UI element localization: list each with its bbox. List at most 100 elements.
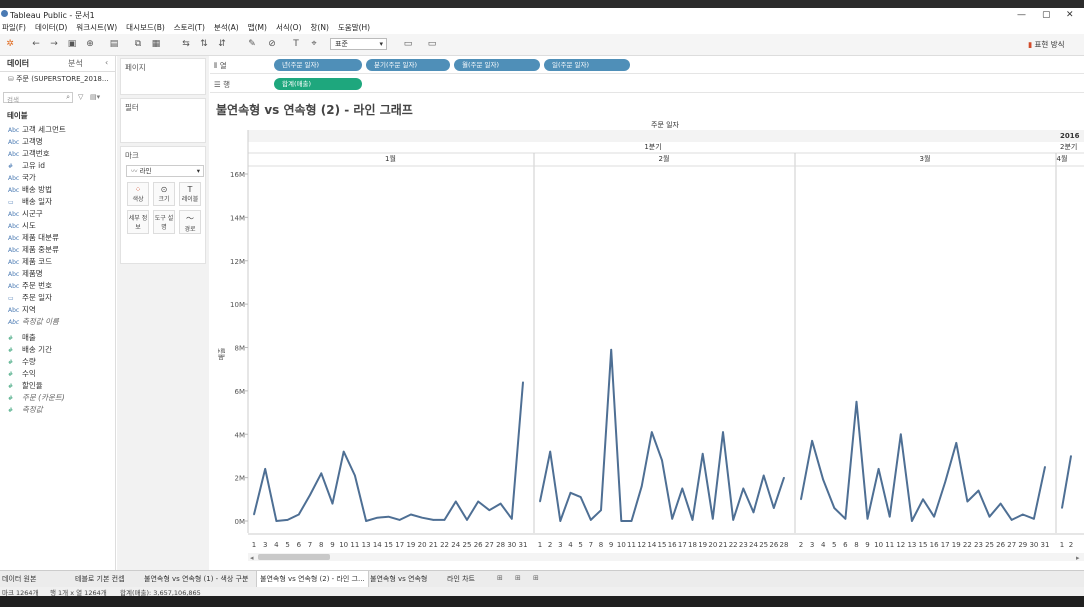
pages-card[interactable]: 페이지 (120, 58, 206, 95)
color-button[interactable]: ⁘ 색상 (127, 182, 149, 206)
row-pill[interactable]: 합계(매출) (274, 78, 362, 90)
mark-type-select[interactable]: 〰 라인 ▾ (126, 165, 204, 177)
highlight-icon[interactable]: ✎ (246, 39, 258, 50)
field-item[interactable]: Abc 고객 세그먼트 (8, 124, 66, 135)
field-item[interactable]: # 매출 (8, 332, 36, 343)
field-item[interactable]: # 배송 기간 (8, 344, 52, 355)
horizontal-scrollbar[interactable] (248, 553, 1084, 561)
view-options-icon[interactable]: ▤▾ (90, 93, 100, 101)
scrollbar-thumb[interactable] (258, 554, 330, 560)
field-type-icon: # (8, 395, 14, 402)
field-item[interactable]: Abc 주문 번호 (8, 280, 52, 291)
show-labels-icon[interactable]: ▭ (402, 39, 414, 50)
field-item[interactable]: Abc 시도 (8, 220, 36, 231)
minimize-icon[interactable]: — (1017, 10, 1026, 20)
field-item[interactable]: Abc 제품 대분류 (8, 232, 59, 243)
tab-analysis[interactable]: 분석 (68, 58, 83, 70)
field-item[interactable]: # 수익 (8, 368, 36, 379)
column-pill[interactable]: 일(주문 일자) (544, 59, 630, 71)
sheet-tab[interactable]: 불연속형 vs 연속형 (1) - 색상 구분 (144, 574, 248, 584)
detail-button[interactable]: 세부 정보 (127, 210, 149, 234)
sheet-tab[interactable]: 테블로 기본 컨셉 (75, 574, 125, 584)
datasource-item[interactable]: ⛁ 주문 (SUPERSTORE_2018... (8, 74, 109, 84)
field-item[interactable]: # 할인율 (8, 380, 43, 391)
header-field-label: 주문 일자 (651, 120, 680, 129)
presentation-icon[interactable]: ▭ (426, 39, 438, 50)
field-item[interactable]: Abc 지역 (8, 304, 36, 315)
field-item[interactable]: ▭ 배송 일자 (8, 196, 52, 207)
new-dashboard-icon[interactable]: ⊞ (515, 574, 521, 582)
menu-item[interactable]: 도움말(H) (338, 23, 370, 32)
save-icon[interactable]: ▣ (66, 39, 78, 50)
x-tick-label: 11 (627, 541, 636, 549)
tooltip-button[interactable]: 도구 설명 (153, 210, 175, 234)
size-button[interactable]: ⊙ 크기 (153, 182, 175, 206)
new-sheet-icon[interactable]: ▤ (108, 39, 120, 50)
field-type-icon: ▭ (8, 199, 14, 206)
column-pill[interactable]: 년(주문 일자) (274, 59, 362, 71)
sort-desc-icon[interactable]: ⇵ (216, 39, 228, 50)
field-item[interactable]: Abc 제품 코드 (8, 256, 52, 267)
field-item[interactable]: # 측정값 (8, 404, 43, 415)
field-item[interactable]: Abc 고객명 (8, 136, 43, 147)
field-item[interactable]: Abc 고객번호 (8, 148, 50, 159)
sheet-tab[interactable]: 불연속형 vs 연속형 (2) - 라인 그... (256, 571, 369, 587)
menu-item[interactable]: 대시보드(B) (126, 23, 165, 32)
columns-shelf[interactable]: ⦀ 열 년(주문 일자) 분기(주문 일자) 월(주문 일자) 일(주문 일자) (210, 56, 1084, 74)
toolbar: ✲ ← → ▣ ⊕ ▤ ⧉ ▦ ⇆ ⇅ ⇵ ✎ ⊘ T ⌖ 표준 ▾ ▭ ▭ ▮ … (0, 34, 1084, 56)
label-icon[interactable]: T (290, 39, 302, 50)
new-sheet-icon[interactable]: ⊞ (497, 574, 503, 582)
column-pill[interactable]: 분기(주문 일자) (366, 59, 450, 71)
column-pill[interactable]: 월(주문 일자) (454, 59, 540, 71)
redo-icon[interactable]: → (48, 39, 60, 50)
field-item[interactable]: Abc 제품명 (8, 268, 43, 279)
scroll-left-icon[interactable]: ◂ (250, 554, 254, 562)
rows-shelf[interactable]: ☰ 행 합계(매출) (210, 75, 1084, 93)
field-item[interactable]: # 주문 (카운트) (8, 392, 65, 403)
new-story-icon[interactable]: ⊞ (533, 574, 539, 582)
field-item[interactable]: Abc 시군구 (8, 208, 43, 219)
search-input[interactable]: 검색 ⌕ (3, 92, 73, 104)
menu-item[interactable]: 창(N) (311, 23, 329, 32)
undo-icon[interactable]: ← (30, 39, 42, 50)
sheet-tab[interactable]: 불연속형 vs 연속형 (370, 574, 427, 584)
tab-data[interactable]: 데이터 (7, 58, 29, 70)
field-item[interactable]: Abc 측정값 이름 (8, 316, 59, 327)
field-item[interactable]: Abc 국가 (8, 172, 36, 183)
field-item[interactable]: ▭ 주문 일자 (8, 292, 52, 303)
menu-item[interactable]: 스토리(T) (174, 23, 205, 32)
field-label: 수량 (22, 357, 36, 366)
clear-sheet-icon[interactable]: ▦ (150, 39, 162, 50)
menu-item[interactable]: 파일(F) (2, 23, 26, 32)
datasource-tab[interactable]: 데이터 원본 (2, 574, 36, 584)
field-item[interactable]: # 고유 id (8, 160, 45, 171)
filter-icon[interactable]: ▽ (78, 93, 83, 101)
collapse-icon[interactable]: ‹ (105, 58, 108, 67)
tableau-logo-icon[interactable]: ✲ (4, 39, 16, 50)
x-tick-label: 6 (297, 541, 302, 549)
duplicate-icon[interactable]: ⧉ (132, 39, 144, 50)
field-item[interactable]: # 수량 (8, 356, 36, 367)
close-icon[interactable]: ✕ (1066, 10, 1074, 20)
menu-item[interactable]: 서식(O) (276, 23, 302, 32)
maximize-icon[interactable]: ▢ (1042, 10, 1051, 20)
group-icon[interactable]: ⊘ (266, 39, 278, 50)
field-item[interactable]: Abc 제품 중분류 (8, 244, 59, 255)
sheet-tab[interactable]: 라인 차트 (447, 574, 475, 584)
menu-item[interactable]: 데이터(D) (35, 23, 67, 32)
menu-item[interactable]: 분석(A) (214, 23, 239, 32)
new-datasource-icon[interactable]: ⊕ (84, 39, 96, 50)
label-button[interactable]: T 레이블 (179, 182, 201, 206)
field-item[interactable]: Abc 배송 방법 (8, 184, 52, 195)
filters-card[interactable]: 필터 (120, 98, 206, 143)
fit-select[interactable]: 표준 ▾ (330, 38, 387, 50)
pin-icon[interactable]: ⌖ (308, 39, 320, 50)
menu-item[interactable]: 맵(M) (248, 23, 267, 32)
field-type-icon: Abc (8, 247, 20, 254)
menu-item[interactable]: 워크시트(W) (76, 23, 117, 32)
scroll-right-icon[interactable]: ▸ (1076, 554, 1080, 562)
show-me-button[interactable]: ▮ 표현 방식 (1028, 39, 1065, 50)
path-button[interactable]: 〜 경로 (179, 210, 201, 234)
sort-asc-icon[interactable]: ⇅ (198, 39, 210, 50)
swap-icon[interactable]: ⇆ (180, 39, 192, 50)
